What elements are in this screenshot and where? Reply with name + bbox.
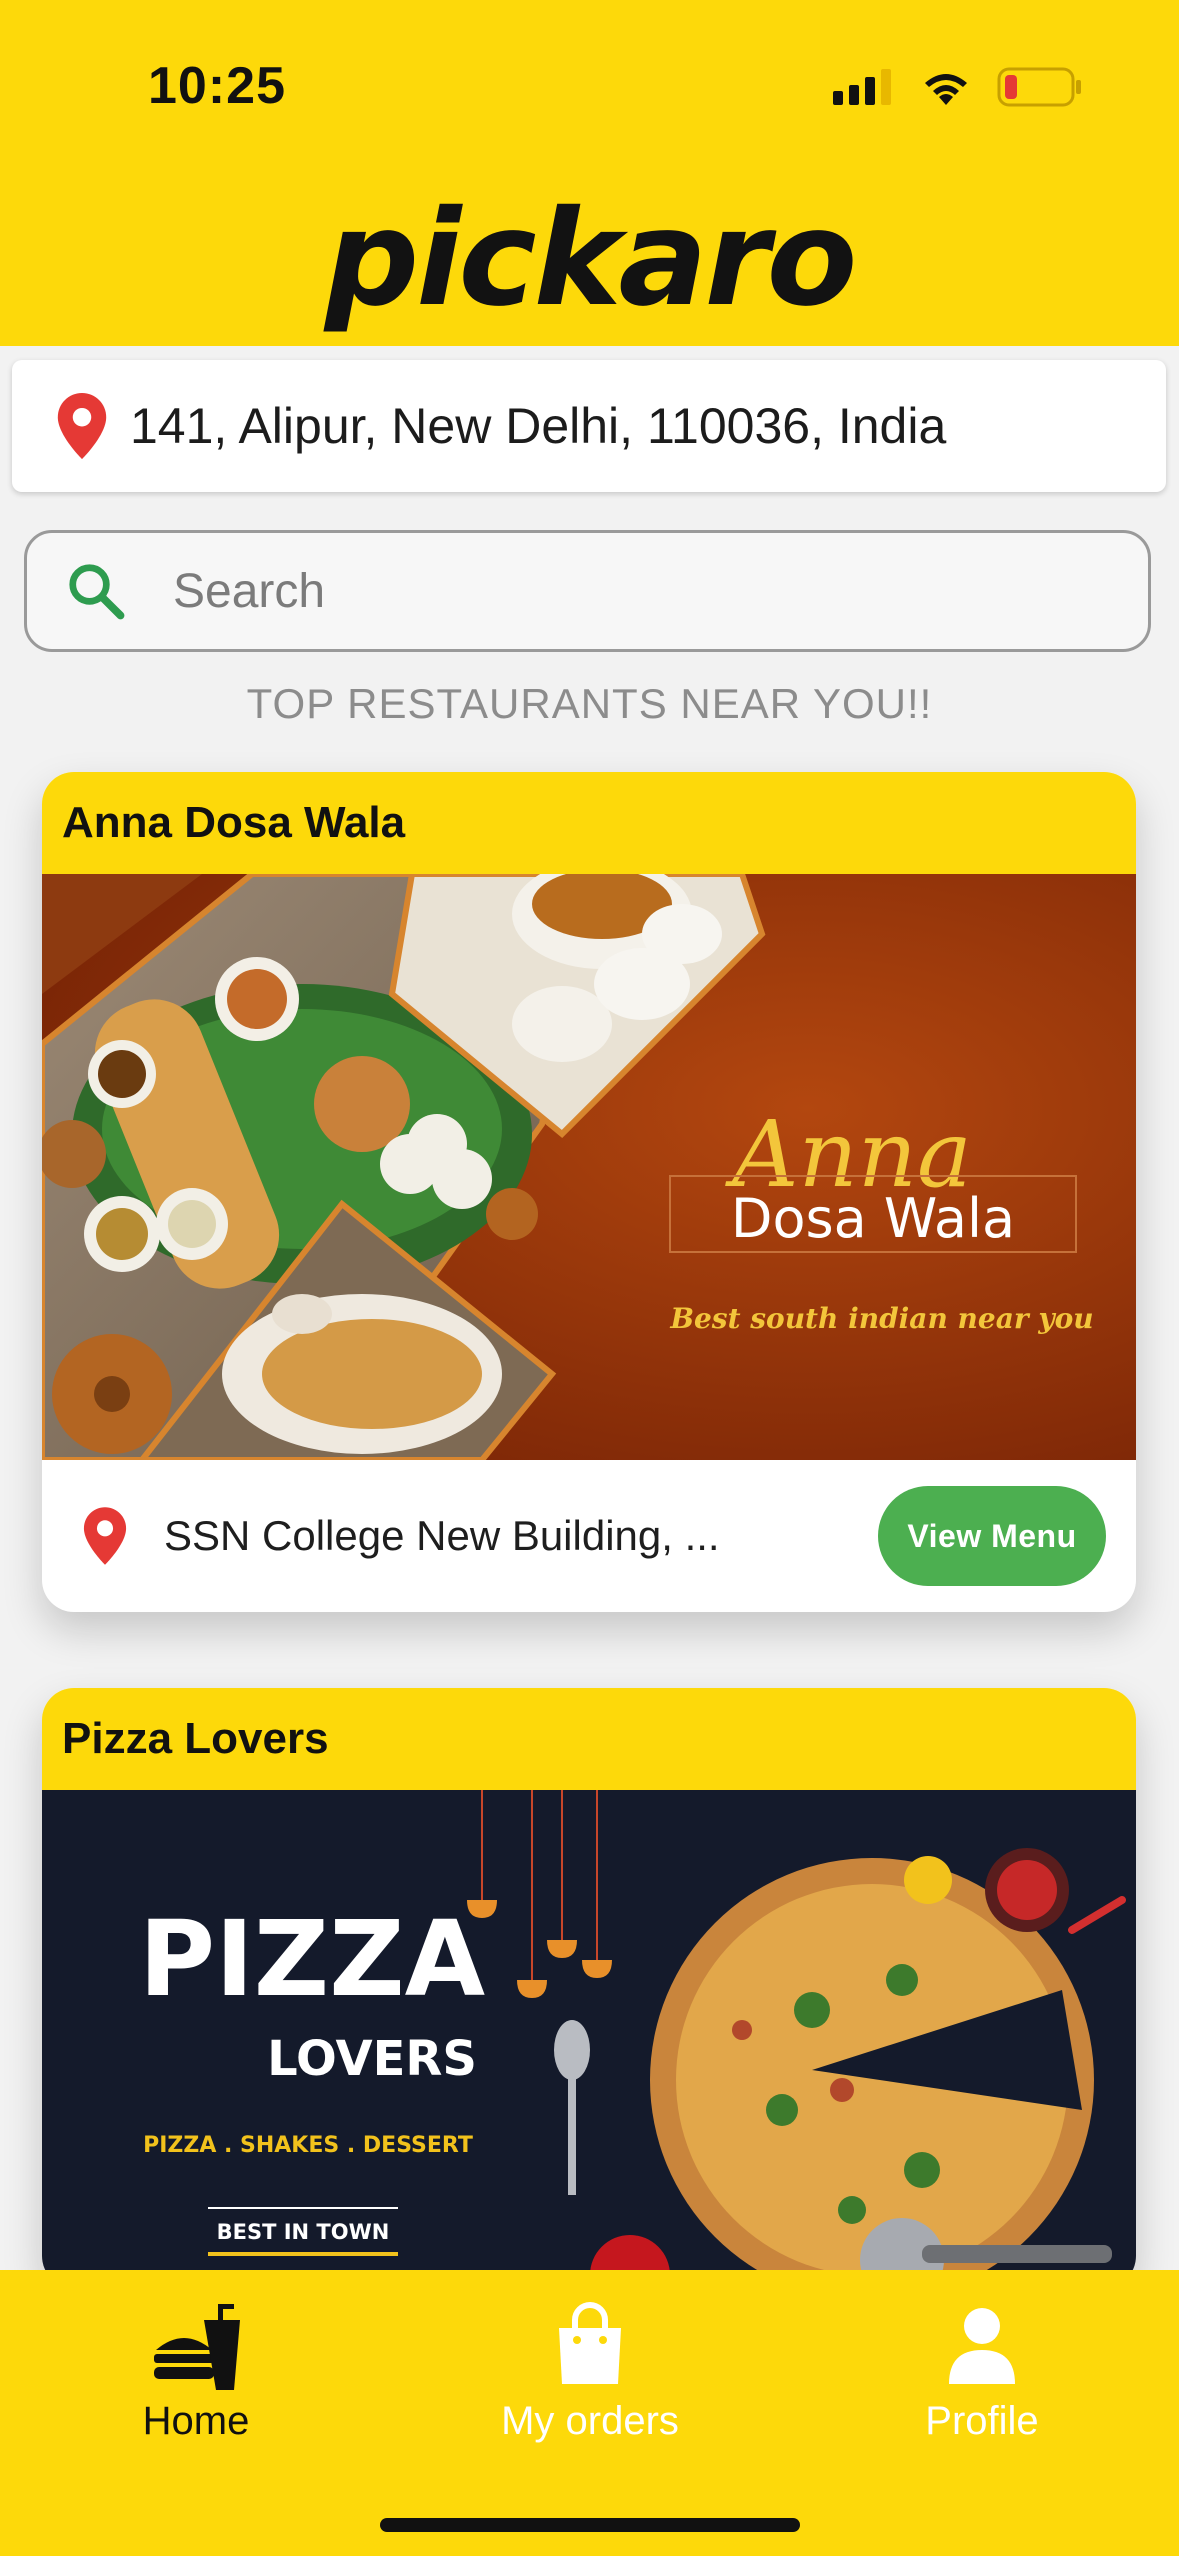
delivery-address-text: 141, Alipur, New Delhi, 110036, India — [130, 398, 947, 454]
app-logo: pickaro — [324, 182, 858, 336]
battery-icon — [997, 67, 1081, 107]
nav-home[interactable]: Home — [66, 2300, 326, 2444]
banner-title-big: PIZZA — [139, 1898, 485, 2020]
banner-tagline: Best south indian near you — [669, 1302, 1093, 1335]
restaurant-banner[interactable]: PIZZA LOVERS PIZZA . SHAKES . DESSERT BE… — [42, 1790, 1136, 2288]
banner-title: Dosa Wala — [731, 1187, 1015, 1250]
location-pin-icon — [83, 1507, 127, 1565]
location-pin-icon — [57, 393, 107, 459]
search-icon — [69, 564, 125, 620]
card-title-bar: Anna Dosa Wala — [42, 772, 1136, 874]
nav-my-orders-label: My orders — [501, 2399, 679, 2443]
nav-profile-label: Profile — [925, 2399, 1039, 2443]
cellular-signal-icon — [833, 69, 891, 105]
section-title: TOP RESTAURANTS NEAR YOU!! — [246, 680, 933, 727]
restaurant-card[interactable]: Anna Dosa Wala Anna Dosa Wala Best south… — [42, 772, 1136, 1612]
nav-home-label: Home — [142, 2399, 250, 2443]
restaurant-banner[interactable]: Anna Dosa Wala Best south indian near yo… — [42, 874, 1136, 1460]
status-icons — [831, 62, 1083, 112]
delivery-address-bar[interactable]: 141, Alipur, New Delhi, 110036, India — [12, 360, 1166, 492]
nav-my-orders[interactable]: My orders — [460, 2300, 720, 2444]
restaurant-name: Anna Dosa Wala — [62, 798, 406, 847]
restaurant-card[interactable]: Pizza Lovers PIZZA LOVERS PIZZA . SHAKES… — [42, 1688, 1136, 2288]
banner-title-sub: LOVERS — [267, 2031, 477, 2087]
view-menu-button[interactable]: View Menu — [878, 1486, 1106, 1586]
dosa-banner-image: Anna Dosa Wala Best south indian near yo… — [42, 874, 1136, 1460]
app-header: 10:25 pickaro — [0, 0, 1179, 346]
status-time: 10:25 — [148, 57, 286, 115]
person-icon — [949, 2308, 1015, 2384]
pizza-banner-image: PIZZA LOVERS PIZZA . SHAKES . DESSERT BE… — [42, 1790, 1136, 2288]
shopping-bag-icon — [559, 2302, 621, 2384]
search-placeholder: Search — [173, 564, 326, 618]
nav-profile[interactable]: Profile — [852, 2300, 1112, 2444]
home-indicator — [380, 2518, 800, 2532]
bottom-navigation: Home My orders Profile — [0, 2270, 1179, 2556]
restaurant-address: SSN College New Building, ... — [164, 1512, 720, 1559]
wifi-icon — [925, 74, 967, 105]
banner-tagline: PIZZA . SHAKES . DESSERT — [143, 2133, 473, 2158]
fastfood-icon — [154, 2304, 240, 2390]
card-title-bar: Pizza Lovers — [42, 1688, 1136, 1790]
banner-badge: BEST IN TOWN — [217, 2220, 390, 2244]
search-input[interactable]: Search — [24, 530, 1151, 652]
card-footer: SSN College New Building, ... View Menu — [42, 1460, 1136, 1612]
restaurant-name: Pizza Lovers — [62, 1714, 329, 1763]
